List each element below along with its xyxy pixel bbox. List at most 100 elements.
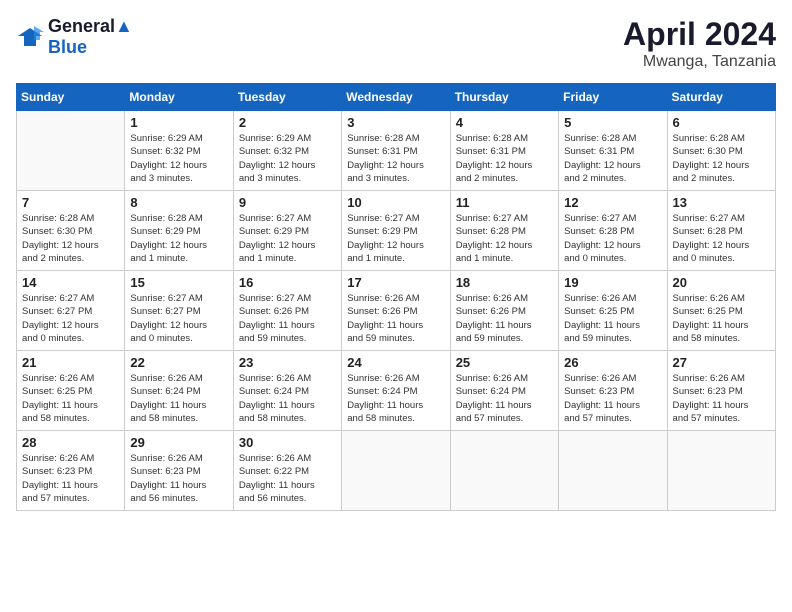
calendar-cell: 21 Sunrise: 6:26 AM Sunset: 6:25 PM Dayli…	[17, 351, 125, 431]
calendar-cell: 13 Sunrise: 6:27 AM Sunset: 6:28 PM Dayli…	[667, 191, 775, 271]
calendar-cell: 29 Sunrise: 6:26 AM Sunset: 6:23 PM Dayli…	[125, 431, 233, 511]
calendar-cell: 24 Sunrise: 6:26 AM Sunset: 6:24 PM Dayli…	[342, 351, 450, 431]
cell-info: Sunrise: 6:27 AM Sunset: 6:26 PM Dayligh…	[239, 292, 336, 345]
day-number: 21	[22, 355, 119, 370]
calendar-cell: 14 Sunrise: 6:27 AM Sunset: 6:27 PM Dayli…	[17, 271, 125, 351]
col-header-sunday: Sunday	[17, 84, 125, 111]
day-number: 12	[564, 195, 661, 210]
day-number: 1	[130, 115, 227, 130]
calendar-cell: 8 Sunrise: 6:28 AM Sunset: 6:29 PM Daylig…	[125, 191, 233, 271]
title-block: April 2024 Mwanga, Tanzania	[623, 16, 776, 71]
day-number: 14	[22, 275, 119, 290]
day-number: 20	[673, 275, 770, 290]
cell-info: Sunrise: 6:27 AM Sunset: 6:28 PM Dayligh…	[456, 212, 553, 265]
cell-info: Sunrise: 6:27 AM Sunset: 6:28 PM Dayligh…	[564, 212, 661, 265]
logo: General▲ Blue	[16, 16, 133, 58]
calendar-cell: 9Sunrise: 6:27 AM Sunset: 6:29 PM Daylig…	[233, 191, 341, 271]
cell-info: Sunrise: 6:26 AM Sunset: 6:24 PM Dayligh…	[130, 372, 227, 425]
calendar-cell: 6Sunrise: 6:28 AM Sunset: 6:30 PM Daylig…	[667, 111, 775, 191]
cell-info: Sunrise: 6:26 AM Sunset: 6:25 PM Dayligh…	[22, 372, 119, 425]
calendar-cell: 11 Sunrise: 6:27 AM Sunset: 6:28 PM Dayli…	[450, 191, 558, 271]
week-row-0: 1 Sunrise: 6:29 AM Sunset: 6:32 PM Daylig…	[17, 111, 776, 191]
cell-info: Sunrise: 6:26 AM Sunset: 6:23 PM Dayligh…	[22, 452, 119, 505]
day-number: 23	[239, 355, 336, 370]
calendar-cell	[342, 431, 450, 511]
cell-info: Sunrise: 6:27 AM Sunset: 6:29 PM Dayligh…	[347, 212, 444, 265]
day-number: 13	[673, 195, 770, 210]
week-row-4: 28 Sunrise: 6:26 AM Sunset: 6:23 PM Dayli…	[17, 431, 776, 511]
cell-info: Sunrise: 6:26 AM Sunset: 6:25 PM Dayligh…	[564, 292, 661, 345]
logo-text: General▲ Blue	[48, 16, 133, 58]
calendar-cell: 12 Sunrise: 6:27 AM Sunset: 6:28 PM Dayli…	[559, 191, 667, 271]
day-number: 9	[239, 195, 336, 210]
day-number: 27	[673, 355, 770, 370]
cell-info: Sunrise: 6:26 AM Sunset: 6:24 PM Dayligh…	[347, 372, 444, 425]
cell-info: Sunrise: 6:28 AM Sunset: 6:31 PM Dayligh…	[347, 132, 444, 185]
calendar-cell	[450, 431, 558, 511]
calendar-table: SundayMondayTuesdayWednesdayThursdayFrid…	[16, 83, 776, 511]
col-header-thursday: Thursday	[450, 84, 558, 111]
cell-info: Sunrise: 6:28 AM Sunset: 6:30 PM Dayligh…	[673, 132, 770, 185]
cell-info: Sunrise: 6:26 AM Sunset: 6:26 PM Dayligh…	[347, 292, 444, 345]
day-number: 8	[130, 195, 227, 210]
calendar-cell: 10 Sunrise: 6:27 AM Sunset: 6:29 PM Dayli…	[342, 191, 450, 271]
day-number: 10	[347, 195, 444, 210]
month-title: April 2024	[623, 16, 776, 53]
day-number: 7	[22, 195, 119, 210]
day-number: 29	[130, 435, 227, 450]
calendar-cell: 19 Sunrise: 6:26 AM Sunset: 6:25 PM Dayli…	[559, 271, 667, 351]
col-header-saturday: Saturday	[667, 84, 775, 111]
cell-info: Sunrise: 6:29 AM Sunset: 6:32 PM Dayligh…	[239, 132, 336, 185]
day-number: 28	[22, 435, 119, 450]
day-number: 5	[564, 115, 661, 130]
cell-info: Sunrise: 6:26 AM Sunset: 6:23 PM Dayligh…	[564, 372, 661, 425]
cell-info: Sunrise: 6:26 AM Sunset: 6:22 PM Dayligh…	[239, 452, 336, 505]
calendar-cell: 25 Sunrise: 6:26 AM Sunset: 6:24 PM Dayli…	[450, 351, 558, 431]
col-header-tuesday: Tuesday	[233, 84, 341, 111]
day-number: 2	[239, 115, 336, 130]
day-number: 3	[347, 115, 444, 130]
cell-info: Sunrise: 6:26 AM Sunset: 6:24 PM Dayligh…	[456, 372, 553, 425]
day-number: 19	[564, 275, 661, 290]
day-number: 16	[239, 275, 336, 290]
cell-info: Sunrise: 6:27 AM Sunset: 6:28 PM Dayligh…	[673, 212, 770, 265]
cell-info: Sunrise: 6:27 AM Sunset: 6:27 PM Dayligh…	[22, 292, 119, 345]
cell-info: Sunrise: 6:26 AM Sunset: 6:23 PM Dayligh…	[130, 452, 227, 505]
calendar-cell	[667, 431, 775, 511]
cell-info: Sunrise: 6:29 AM Sunset: 6:32 PM Dayligh…	[130, 132, 227, 185]
calendar-cell: 4 Sunrise: 6:28 AM Sunset: 6:31 PM Daylig…	[450, 111, 558, 191]
logo-icon	[16, 26, 44, 48]
day-number: 30	[239, 435, 336, 450]
calendar-cell: 2 Sunrise: 6:29 AM Sunset: 6:32 PM Daylig…	[233, 111, 341, 191]
calendar-cell: 30 Sunrise: 6:26 AM Sunset: 6:22 PM Dayli…	[233, 431, 341, 511]
calendar-cell: 18Sunrise: 6:26 AM Sunset: 6:26 PM Dayli…	[450, 271, 558, 351]
day-number: 15	[130, 275, 227, 290]
day-number: 26	[564, 355, 661, 370]
calendar-cell: 7Sunrise: 6:28 AM Sunset: 6:30 PM Daylig…	[17, 191, 125, 271]
calendar-cell: 3 Sunrise: 6:28 AM Sunset: 6:31 PM Daylig…	[342, 111, 450, 191]
day-number: 24	[347, 355, 444, 370]
week-row-1: 7Sunrise: 6:28 AM Sunset: 6:30 PM Daylig…	[17, 191, 776, 271]
day-number: 4	[456, 115, 553, 130]
calendar-cell	[559, 431, 667, 511]
cell-info: Sunrise: 6:28 AM Sunset: 6:31 PM Dayligh…	[456, 132, 553, 185]
col-header-monday: Monday	[125, 84, 233, 111]
calendar-header-row: SundayMondayTuesdayWednesdayThursdayFrid…	[17, 84, 776, 111]
calendar-cell: 1 Sunrise: 6:29 AM Sunset: 6:32 PM Daylig…	[125, 111, 233, 191]
cell-info: Sunrise: 6:26 AM Sunset: 6:26 PM Dayligh…	[456, 292, 553, 345]
calendar-cell: 16 Sunrise: 6:27 AM Sunset: 6:26 PM Dayli…	[233, 271, 341, 351]
page-header: General▲ Blue April 2024 Mwanga, Tanzani…	[16, 16, 776, 71]
day-number: 22	[130, 355, 227, 370]
day-number: 25	[456, 355, 553, 370]
calendar-cell: 28 Sunrise: 6:26 AM Sunset: 6:23 PM Dayli…	[17, 431, 125, 511]
day-number: 17	[347, 275, 444, 290]
col-header-wednesday: Wednesday	[342, 84, 450, 111]
cell-info: Sunrise: 6:28 AM Sunset: 6:29 PM Dayligh…	[130, 212, 227, 265]
calendar-cell: 26 Sunrise: 6:26 AM Sunset: 6:23 PM Dayli…	[559, 351, 667, 431]
calendar-cell: 15Sunrise: 6:27 AM Sunset: 6:27 PM Dayli…	[125, 271, 233, 351]
calendar-cell: 20Sunrise: 6:26 AM Sunset: 6:25 PM Dayli…	[667, 271, 775, 351]
week-row-3: 21 Sunrise: 6:26 AM Sunset: 6:25 PM Dayli…	[17, 351, 776, 431]
day-number: 11	[456, 195, 553, 210]
calendar-cell	[17, 111, 125, 191]
cell-info: Sunrise: 6:26 AM Sunset: 6:23 PM Dayligh…	[673, 372, 770, 425]
